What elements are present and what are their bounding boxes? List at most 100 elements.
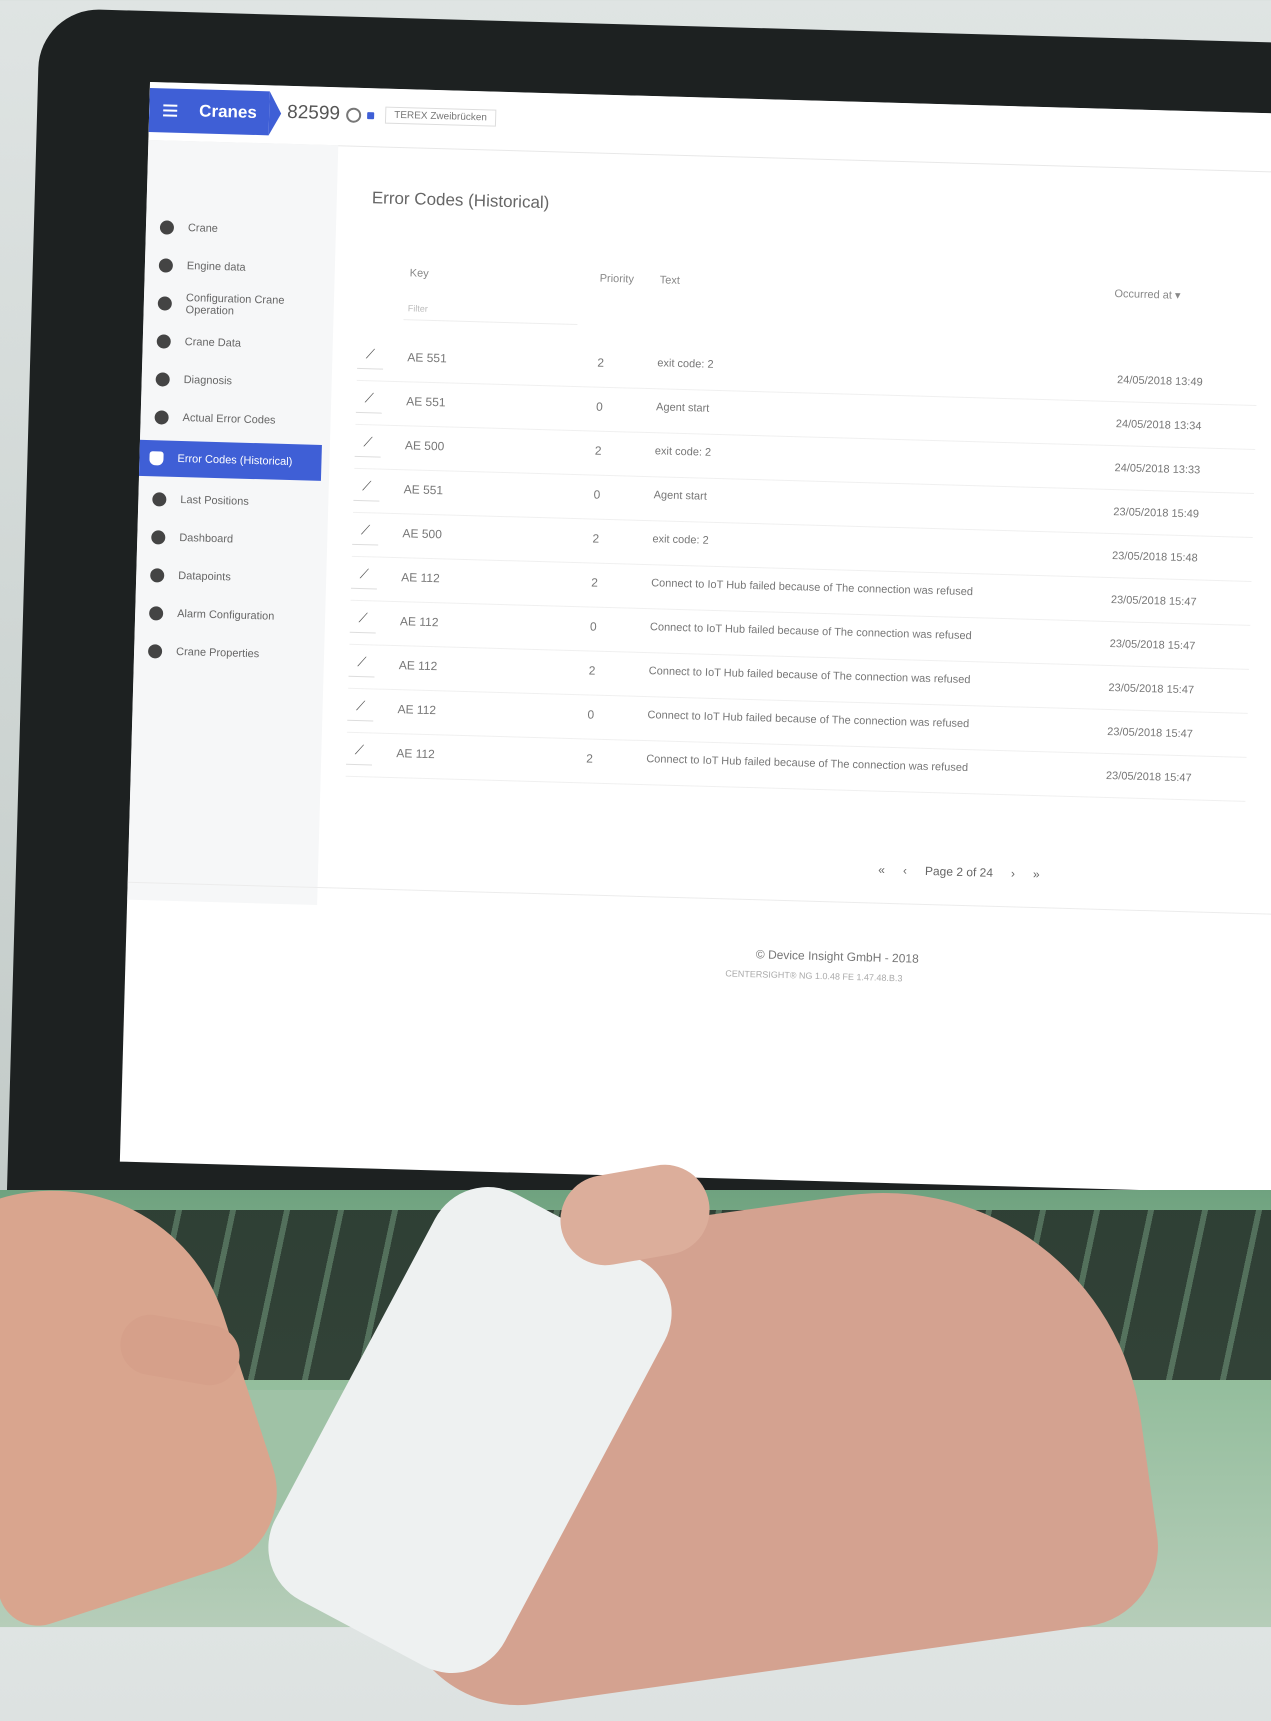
- hamburger-menu-icon[interactable]: [163, 104, 178, 117]
- row-priority: 2: [586, 751, 594, 766]
- prev-page-button[interactable]: ‹: [903, 863, 907, 877]
- dashboard-icon: [151, 530, 166, 545]
- sidebar-item-label: Error Codes (Historical): [177, 452, 293, 469]
- sidebar-item-label: Configuration Crane Operation: [185, 292, 285, 318]
- chart-icon[interactable]: ⟋: [350, 565, 378, 590]
- sidebar-item-last-positions[interactable]: Last Positions: [152, 484, 329, 519]
- app-brand[interactable]: Cranes: [148, 87, 270, 136]
- row-key: AE 112: [401, 570, 440, 586]
- app-screen: Cranes 82599 TEREX Zweibrücken Crane Eng…: [119, 82, 1271, 1195]
- row-date: 24/05/2018 13:33: [1114, 462, 1201, 477]
- first-page-button[interactable]: «: [878, 863, 885, 877]
- app-title: Cranes: [198, 101, 258, 122]
- row-date: 23/05/2018 15:49: [1113, 506, 1200, 521]
- next-page-button[interactable]: ›: [1011, 866, 1015, 880]
- sidebar-item-label: Crane: [187, 222, 219, 235]
- row-date: 24/05/2018 13:49: [1116, 374, 1203, 389]
- chart-icon[interactable]: ⟋: [352, 521, 379, 546]
- column-header-key[interactable]: Key: [410, 267, 429, 280]
- row-text: Agent start: [655, 401, 710, 415]
- row-date: 23/05/2018 15:47: [1105, 769, 1192, 785]
- page-indicator: Page 2 of 24: [924, 863, 994, 880]
- copyright-text: © Device Insight GmbH - 2018: [755, 947, 919, 966]
- sidebar-item-actual-error-codes[interactable]: Actual Error Codes: [154, 402, 331, 437]
- row-text: Connect to IoT Hub failed because of The…: [648, 665, 971, 687]
- pagination: « ‹ Page 2 of 24 › »: [878, 863, 1040, 882]
- chart-icon[interactable]: ⟋: [349, 609, 377, 634]
- engine-icon: [158, 258, 174, 273]
- row-key: AE 500: [402, 526, 443, 542]
- row-key: AE 112: [397, 702, 437, 718]
- row-text: Connect to IoT Hub failed because of The…: [651, 577, 974, 599]
- row-priority: 2: [592, 531, 600, 546]
- column-header-occurred-at[interactable]: Occurred at ▾: [1114, 287, 1180, 302]
- row-key: AE 551: [405, 394, 446, 410]
- row-priority: 2: [597, 355, 605, 370]
- bell-icon: [149, 451, 164, 466]
- sidebar-item-datapoints[interactable]: Datapoints: [150, 560, 327, 595]
- row-date: 23/05/2018 15:47: [1110, 594, 1197, 609]
- row-priority: 0: [595, 399, 603, 414]
- sidebar-item-label: Datapoints: [178, 569, 231, 584]
- chart-icon[interactable]: ⟋: [354, 433, 382, 458]
- crane-id: 82599: [286, 101, 341, 125]
- chart-icon[interactable]: ⟋: [355, 389, 383, 414]
- chart-icon[interactable]: ⟋: [347, 697, 374, 722]
- sidebar-item-error-codes-historical[interactable]: Error Codes (Historical): [135, 439, 322, 481]
- sidebar-item-label: Dashboard: [179, 531, 234, 546]
- page-title: Error Codes (Historical): [371, 188, 550, 213]
- row-date: 23/05/2018 15:47: [1109, 638, 1196, 653]
- location-pin-icon: [152, 492, 167, 507]
- row-date: 24/05/2018 13:34: [1115, 418, 1202, 433]
- sidebar: Crane Engine data Configuration Crane Op…: [127, 139, 339, 905]
- row-priority: 2: [591, 575, 599, 590]
- sidebar-item-label: Engine data: [186, 260, 246, 274]
- sidebar-item-crane-data[interactable]: Crane Data: [156, 326, 333, 361]
- row-priority: 2: [594, 443, 602, 458]
- sidebar-item-configuration[interactable]: Configuration Crane Operation: [157, 288, 334, 323]
- chart-icon[interactable]: ⟋: [353, 477, 381, 502]
- row-text: Connect to IoT Hub failed because of The…: [646, 753, 969, 775]
- sidebar-item-label: Crane Properties: [175, 645, 260, 661]
- connection-status-icon: [345, 107, 362, 123]
- row-key: AE 500: [404, 438, 445, 454]
- sidebar-item-label: Crane Data: [184, 336, 242, 350]
- row-text: exit code: 2: [652, 533, 709, 547]
- bell-icon: [154, 410, 169, 425]
- sidebar-item-label: Alarm Configuration: [176, 607, 275, 623]
- row-date: 23/05/2018 15:48: [1111, 550, 1198, 565]
- crane-tag: TEREX Zweibrücken: [384, 106, 497, 127]
- last-page-button[interactable]: »: [1033, 867, 1040, 881]
- sidebar-item-crane[interactable]: Crane: [159, 212, 337, 247]
- chart-icon[interactable]: ⟋: [348, 653, 376, 678]
- column-header-text[interactable]: Text: [659, 274, 680, 287]
- row-priority: 0: [589, 619, 597, 634]
- status-indicator-icon: [367, 112, 375, 120]
- version-text: CENTERSIGHT® NG 1.0.48 FE 1.47.48.B.3: [725, 968, 903, 984]
- sidebar-item-label: Diagnosis: [183, 374, 233, 388]
- sidebar-item-crane-properties[interactable]: Crane Properties: [147, 636, 325, 671]
- chart-icon[interactable]: ⟋: [346, 741, 373, 766]
- row-key: AE 112: [398, 658, 438, 674]
- datapoints-icon: [150, 568, 165, 583]
- key-filter-input[interactable]: Filter: [403, 297, 579, 326]
- row-text: Agent start: [653, 489, 708, 503]
- row-key: AE 112: [399, 614, 439, 630]
- row-priority: 2: [588, 663, 596, 678]
- column-header-priority[interactable]: Priority: [600, 273, 635, 286]
- sidebar-item-dashboard[interactable]: Dashboard: [151, 522, 328, 557]
- row-text: Connect to IoT Hub failed because of The…: [647, 709, 970, 731]
- chart-icon[interactable]: ⟋: [357, 345, 384, 370]
- row-key: AE 551: [407, 350, 447, 366]
- row-text: exit code: 2: [654, 445, 712, 459]
- properties-icon: [147, 644, 163, 659]
- sidebar-item-label: Actual Error Codes: [182, 412, 276, 427]
- row-key: AE 112: [396, 746, 436, 762]
- row-text: exit code: 2: [657, 357, 714, 371]
- sidebar-item-diagnosis[interactable]: Diagnosis: [155, 364, 332, 399]
- sidebar-item-alarm-configuration[interactable]: Alarm Configuration: [148, 598, 326, 633]
- sidebar-item-label: Last Positions: [180, 494, 249, 508]
- crane-icon: [159, 220, 175, 235]
- row-priority: 0: [587, 707, 595, 722]
- sidebar-item-engine-data[interactable]: Engine data: [158, 250, 335, 285]
